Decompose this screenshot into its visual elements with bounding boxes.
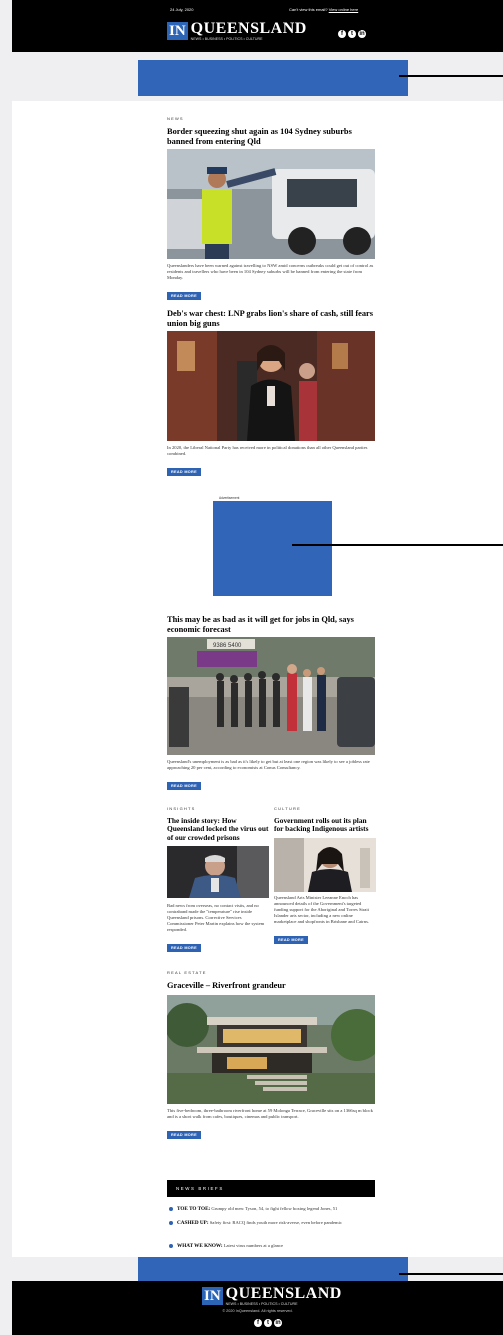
story-headline[interactable]: Deb's war chest: LNP grabs lion's share …: [167, 309, 375, 328]
footer-logo[interactable]: IN QUEENSLAND NEWS • BUSINESS • POLITICS…: [202, 1285, 342, 1307]
story-summary: Queensland's unemployment is as bad as i…: [167, 759, 370, 771]
bottom-advertisement[interactable]: [138, 1257, 408, 1281]
read-more-button[interactable]: READ MORE: [167, 468, 201, 477]
story-headline[interactable]: The inside story: How Queensland locked …: [167, 816, 269, 842]
story-photo[interactable]: [167, 149, 375, 260]
brief-label: WHAT WE KNOW:: [177, 1243, 223, 1249]
linkedin-icon[interactable]: in: [358, 30, 366, 38]
story-summary: In 2020, the Liberal National Party has …: [167, 445, 368, 457]
brief-label: TOE TO TOE:: [177, 1206, 211, 1212]
story-insights: INSIGHTS The inside story: How Queenslan…: [167, 806, 269, 954]
story-headline[interactable]: This may be as bad as it will get for jo…: [167, 615, 375, 634]
bullet-icon: [169, 1206, 173, 1211]
cant-view-text: Can't view this email?: [289, 7, 328, 12]
section-kicker: NEWS: [167, 116, 184, 121]
twitter-icon[interactable]: t: [348, 30, 356, 38]
section-kicker: REAL ESTATE: [167, 970, 207, 975]
facebook-icon[interactable]: f: [254, 1319, 262, 1327]
logo-in-mark: IN: [167, 22, 188, 40]
story-photo[interactable]: [167, 994, 375, 1104]
email-header: 24 July, 2020 Can't view this email? Vie…: [12, 0, 503, 52]
brief-item[interactable]: WHAT WE KNOW: Latest virus numbers at a …: [169, 1242, 375, 1250]
story-photo[interactable]: [274, 837, 376, 892]
brief-item[interactable]: CASHED UP: Safety first: RACQ finds yout…: [169, 1219, 375, 1227]
view-online-link[interactable]: View online here: [329, 7, 359, 12]
logo-wordmark: QUEENSLAND: [225, 1285, 342, 1302]
section-kicker: INSIGHTS: [167, 806, 196, 811]
border-checkpoint-image: [167, 149, 375, 260]
story-photo[interactable]: 9386 5400: [167, 637, 375, 756]
story-culture: CULTURE Government rolls out its plan fo…: [274, 806, 376, 946]
masthead-logo[interactable]: IN QUEENSLAND NEWS • BUSINESS • POLITICS…: [167, 20, 307, 42]
read-more-button[interactable]: READ MORE: [274, 935, 308, 944]
read-more-button[interactable]: READ MORE: [167, 944, 201, 953]
logo-wordmark: QUEENSLAND: [190, 20, 307, 37]
annotation-arrow: [399, 75, 503, 77]
commissioner-image: [167, 846, 269, 899]
read-more-button[interactable]: READ MORE: [167, 292, 201, 301]
annotation-arrow: [399, 1273, 503, 1275]
read-more-button[interactable]: READ MORE: [167, 1130, 201, 1139]
story-headline[interactable]: Government rolls out its plan for backin…: [274, 816, 376, 834]
brief-text: Grumpy old men: Tyson, 54, to fight fell…: [211, 1206, 338, 1211]
read-more-button[interactable]: READ MORE: [167, 782, 201, 791]
logo-tagline: NEWS • BUSINESS • POLITICS • CULTURE: [190, 37, 263, 41]
left-gutter: [0, 0, 12, 1335]
story-summary: Queenslanders have been warned against t…: [167, 263, 374, 281]
story-headline[interactable]: Border squeezing shut again as 104 Sydne…: [167, 127, 375, 146]
footer-social-links: f t in: [254, 1319, 282, 1327]
view-online-line: Can't view this email? View online here: [289, 7, 358, 12]
news-briefs-title: NEWS BRIEFS: [176, 1186, 224, 1191]
issue-date: 24 July, 2020: [170, 7, 194, 12]
news-briefs-header: NEWS BRIEFS: [167, 1180, 375, 1197]
story-summary: This five-bedroom, three-bathroom riverf…: [167, 1107, 373, 1119]
facebook-icon[interactable]: f: [338, 30, 346, 38]
top-advertisement[interactable]: [138, 60, 408, 96]
advertisement-label: Advertisement: [219, 496, 240, 500]
job-queue-image: 9386 5400: [167, 637, 375, 756]
story-real-estate: REAL ESTATE Graceville – Riverfront gran…: [167, 970, 375, 1141]
social-links: f t in: [338, 30, 366, 38]
email-footer: IN QUEENSLAND NEWS • BUSINESS • POLITICS…: [12, 1281, 503, 1335]
brief-item[interactable]: TOE TO TOE: Grumpy old men: Tyson, 54, t…: [169, 1205, 375, 1213]
preheader: 24 July, 2020 Can't view this email? Vie…: [12, 5, 503, 15]
arts-minister-image: [274, 837, 376, 892]
story-photo[interactable]: [167, 331, 375, 442]
story-summary: Queensland Arts Minister Leeanne Enoch h…: [274, 894, 370, 924]
politician-image: [167, 331, 375, 442]
story-summary: Bad news from overseas, no contact visit…: [167, 903, 265, 933]
shop-sign-text: 9386 5400: [213, 643, 242, 649]
bullet-icon: [169, 1220, 173, 1225]
copyright-text: © 2020 InQueensland. All rights reserved…: [222, 1309, 293, 1313]
annotation-arrow: [292, 544, 503, 546]
riverfront-home-image: [167, 994, 375, 1104]
logo-in-mark: IN: [202, 1287, 223, 1305]
story-jobs: This may be as bad as it will get for jo…: [167, 615, 375, 792]
mid-advertisement[interactable]: [213, 501, 332, 596]
brief-text: Safety first: RACQ finds youth more risk…: [209, 1220, 342, 1225]
twitter-icon[interactable]: t: [264, 1319, 272, 1327]
story-headline[interactable]: Graceville – Riverfront grandeur: [167, 981, 375, 991]
logo-tagline: NEWS • BUSINESS • POLITICS • CULTURE: [225, 1302, 298, 1306]
bullet-icon: [169, 1243, 173, 1248]
story-border: NEWS Border squeezing shut again as 104 …: [167, 116, 375, 302]
section-kicker: CULTURE: [274, 806, 301, 811]
linkedin-icon[interactable]: in: [274, 1319, 282, 1327]
story-war-chest: Deb's war chest: LNP grabs lion's share …: [167, 309, 375, 478]
story-photo[interactable]: [167, 846, 269, 899]
brief-text: Latest virus numbers at a glance: [223, 1243, 284, 1248]
brief-label: CASHED UP:: [177, 1220, 209, 1226]
